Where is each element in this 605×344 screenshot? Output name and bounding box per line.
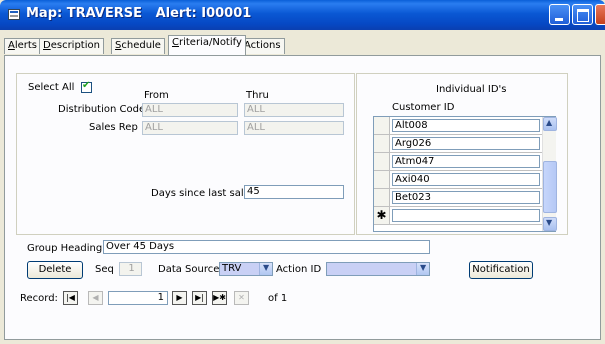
data-source-value: TRV xyxy=(222,263,242,274)
distribution-code-from-field[interactable]: ALL xyxy=(142,103,238,117)
check-mark-icon: ✔ xyxy=(82,80,91,91)
tab-description[interactable]: Description xyxy=(39,38,104,54)
scroll-thumb[interactable] xyxy=(543,161,557,213)
criteria-group xyxy=(16,73,355,235)
customer-id-column-header: Customer ID xyxy=(392,102,455,113)
tab-label: tions xyxy=(256,40,281,51)
chevron-down-icon: ▼ xyxy=(546,218,553,227)
new-record-button[interactable]: ▶✱ xyxy=(212,291,227,305)
new-record-icon: ▶✱ xyxy=(213,293,226,302)
scroll-up-button[interactable]: ▲ xyxy=(543,117,557,131)
data-source-label: Data Source xyxy=(158,264,220,275)
tab-label: riteria/Notify xyxy=(178,37,242,48)
new-record-icon: ✱ xyxy=(374,207,390,224)
previous-record-button[interactable]: ◀ xyxy=(88,291,103,305)
scroll-down-button[interactable]: ▼ xyxy=(543,217,557,231)
form-icon xyxy=(8,9,20,20)
tab-schedule[interactable]: Schedule xyxy=(111,38,165,54)
group-heading-field[interactable]: Over 45 Days xyxy=(103,240,430,254)
minimize-button[interactable] xyxy=(549,4,570,25)
action-id-select[interactable]: ▼ xyxy=(326,262,430,276)
list-item[interactable]: Alt008 xyxy=(374,117,542,135)
access-form-window: Map: TRAVERSE Alert: I00001 Alerts Descr… xyxy=(0,0,605,344)
sales-rep-thru-field[interactable]: ALL xyxy=(244,121,344,135)
customer-id-list[interactable]: Alt008 Arg026 Atm047 Axi040 Bet023 ✱ ▲ ▼ xyxy=(373,116,557,232)
row-selector[interactable] xyxy=(374,153,390,170)
tab-label: D xyxy=(43,40,51,51)
distribution-code-label: Distribution Code xyxy=(58,104,146,115)
record-number-field[interactable]: 1 xyxy=(108,291,168,305)
tab-label: C xyxy=(172,37,179,48)
record-count: of 1 xyxy=(268,293,288,304)
data-source-select[interactable]: TRV ▼ xyxy=(219,262,273,276)
window-title: Map: TRAVERSE Alert: I00001 xyxy=(26,6,252,21)
tab-criteria-notify[interactable]: Criteria/Notify xyxy=(168,35,246,55)
close-button[interactable] xyxy=(595,4,605,25)
days-since-label: Days since last sale xyxy=(151,188,250,199)
last-record-icon: ▶| xyxy=(195,293,204,302)
first-record-icon: |◀ xyxy=(66,293,75,302)
seq-field[interactable]: 1 xyxy=(119,262,142,276)
list-item[interactable]: Arg026 xyxy=(374,135,542,153)
notification-button[interactable]: Notification xyxy=(469,261,533,279)
from-header: From xyxy=(144,90,169,101)
dropdown-button[interactable]: ▼ xyxy=(259,263,272,275)
days-since-field[interactable]: 45 xyxy=(244,185,344,199)
new-customer-id-cell[interactable] xyxy=(392,209,540,222)
customer-id-cell[interactable]: Bet023 xyxy=(392,191,540,204)
group-heading-label: Group Heading xyxy=(27,243,103,254)
delete-record-button[interactable]: ✕ xyxy=(234,291,249,305)
customer-id-cell[interactable]: Arg026 xyxy=(392,137,540,150)
next-record-button[interactable]: ▶ xyxy=(172,291,187,305)
maximize-button[interactable] xyxy=(572,4,593,25)
row-selector[interactable] xyxy=(374,189,390,206)
last-record-button[interactable]: ▶| xyxy=(192,291,207,305)
tab-alerts[interactable]: Alerts xyxy=(4,38,42,54)
tab-label: A xyxy=(8,40,15,51)
list-item[interactable]: Axi040 xyxy=(374,171,542,189)
delete-button[interactable]: Delete xyxy=(27,261,83,279)
select-all-checkbox[interactable]: ✔ xyxy=(81,80,92,93)
list-item[interactable]: Atm047 xyxy=(374,153,542,171)
action-id-label: Action ID xyxy=(276,264,322,275)
sales-rep-label: Sales Rep xyxy=(89,122,138,133)
tab-actions[interactable]: AcAtions xyxy=(240,38,285,54)
first-record-button[interactable]: |◀ xyxy=(63,291,78,305)
row-selector[interactable] xyxy=(374,135,390,152)
new-record-row[interactable]: ✱ xyxy=(374,207,542,225)
dropdown-button[interactable]: ▼ xyxy=(416,263,429,275)
distribution-code-thru-field[interactable]: ALL xyxy=(244,103,344,117)
record-label: Record: xyxy=(20,293,58,304)
customer-id-cell[interactable]: Atm047 xyxy=(392,155,540,168)
tab-label: lerts xyxy=(14,40,38,51)
chevron-down-icon: ▼ xyxy=(420,263,427,272)
list-scrollbar[interactable]: ▲ ▼ xyxy=(542,117,557,231)
select-all-label: Select All xyxy=(28,82,75,93)
row-selector[interactable] xyxy=(374,171,390,188)
previous-record-icon: ◀ xyxy=(92,293,99,302)
delete-record-icon: ✕ xyxy=(238,293,245,302)
list-item[interactable]: Bet023 xyxy=(374,189,542,207)
title-bar[interactable]: Map: TRAVERSE Alert: I00001 xyxy=(0,0,605,30)
individual-ids-title: Individual ID's xyxy=(436,84,507,95)
chevron-up-icon: ▲ xyxy=(546,118,553,127)
tab-label: chedule xyxy=(121,40,161,51)
tab-label: escription xyxy=(50,40,100,51)
row-selector[interactable] xyxy=(374,117,390,134)
customer-id-cell[interactable]: Alt008 xyxy=(392,119,540,132)
customer-id-cell[interactable]: Axi040 xyxy=(392,173,540,186)
next-record-icon: ▶ xyxy=(176,293,183,302)
chevron-down-icon: ▼ xyxy=(263,263,270,272)
thru-header: Thru xyxy=(246,90,269,101)
seq-label: Seq xyxy=(95,264,114,275)
sales-rep-from-field[interactable]: ALL xyxy=(142,121,238,135)
